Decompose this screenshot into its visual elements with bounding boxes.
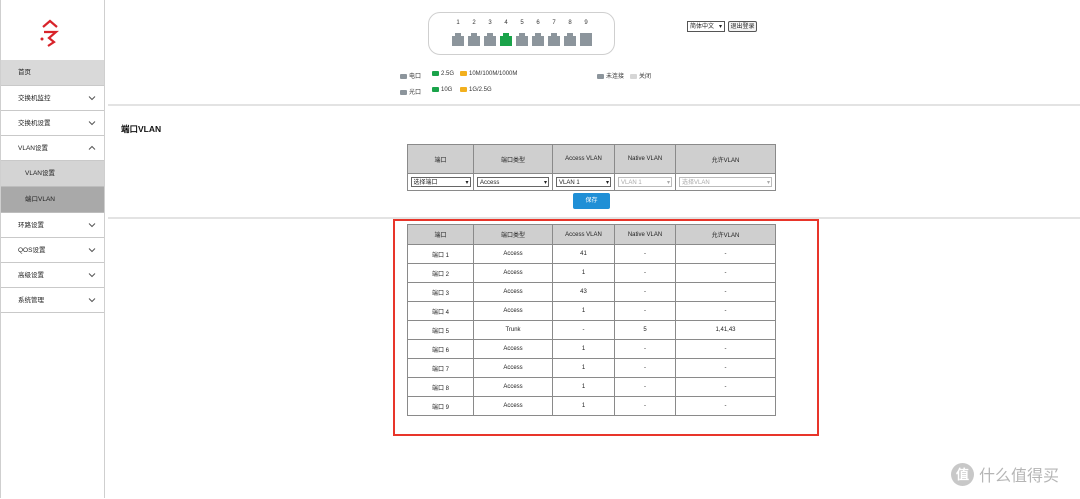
- port-number: 8: [568, 20, 572, 26]
- sidebar-nav: 首页 交换机监控 交换机设置 VLAN设置 VLAN设置 端口VLAN 环路设置…: [1, 60, 104, 313]
- port-number: 9: [584, 20, 588, 26]
- sidebar-item-label: VLAN设置: [18, 145, 48, 152]
- sidebar-item-label: 环路设置: [18, 222, 44, 229]
- config-cell: 选择VLAN: [675, 173, 776, 191]
- electric-port-icon: [400, 73, 407, 79]
- sidebar-item-label: 交换机设置: [18, 120, 51, 127]
- legend-label: 1G/2.5G: [469, 87, 492, 94]
- brand-logo-icon: [40, 19, 59, 47]
- column-header: 端口类型: [473, 144, 553, 174]
- page-title: 端口VLAN: [121, 124, 162, 134]
- config-cell: VLAN 1: [614, 173, 676, 191]
- sidebar-item-advanced-settings[interactable]: 高级设置: [1, 263, 104, 288]
- save-button[interactable]: 保存: [573, 193, 610, 209]
- sidebar-item-vlan-settings[interactable]: VLAN设置: [1, 136, 104, 161]
- language-select[interactable]: 简体中文: [687, 21, 725, 33]
- optical-port-icon: [400, 89, 407, 95]
- config-cell: VLAN 1: [552, 173, 615, 191]
- port-number: 4: [504, 20, 508, 26]
- sidebar-item-label: 系统管理: [18, 297, 44, 304]
- legend-optical: 光口: [400, 87, 421, 96]
- ethernet-port-active-icon[interactable]: [500, 33, 512, 46]
- legend-label: 10M/100M/1000M: [469, 71, 518, 78]
- legend-label: 电口: [409, 74, 422, 80]
- watermark-text: 什么值得买: [979, 468, 1060, 485]
- sidebar-item-label: 端口VLAN: [25, 196, 55, 203]
- allowed-vlan-select: 选择VLAN: [679, 177, 772, 188]
- yellow-swatch-icon: [460, 87, 467, 92]
- chevron-down-icon: [88, 273, 96, 278]
- sidebar-subitem-vlan-settings[interactable]: VLAN设置: [1, 161, 104, 187]
- chevron-down-icon: [88, 121, 96, 126]
- legend-label: 10G: [441, 87, 453, 94]
- sidebar-item-system-management[interactable]: 系统管理: [1, 288, 104, 313]
- chevron-down-icon: [88, 298, 96, 303]
- port-number: 3: [488, 20, 492, 26]
- ethernet-port-icon[interactable]: [468, 33, 480, 46]
- sfp-port-icon[interactable]: [580, 33, 592, 46]
- ethernet-port-icon[interactable]: [516, 33, 528, 46]
- sidebar-item-qos-settings[interactable]: QOS设置: [1, 238, 104, 263]
- legend-disconnected: 未连接: [597, 71, 624, 80]
- ethernet-port-icon[interactable]: [532, 33, 544, 46]
- legend-electric: 电口: [400, 71, 421, 80]
- sidebar-item-label: 首页: [18, 69, 31, 76]
- sidebar-subitem-port-vlan[interactable]: 端口VLAN: [1, 187, 104, 213]
- sidebar-item-label: 交换机监控: [18, 95, 51, 102]
- sidebar: 首页 交换机监控 交换机设置 VLAN设置 VLAN设置 端口VLAN 环路设置…: [0, 0, 105, 498]
- port-number: 6: [536, 20, 540, 26]
- column-header: 允许VLAN: [675, 144, 776, 174]
- legend-label: 光口: [409, 90, 422, 96]
- ethernet-port-icon[interactable]: [452, 33, 464, 46]
- ethernet-port-icon[interactable]: [564, 33, 576, 46]
- chevron-up-icon: [88, 145, 96, 150]
- column-header: 端口: [407, 144, 474, 174]
- sidebar-item-label: QOS设置: [18, 247, 46, 254]
- column-header: Native VLAN: [614, 144, 676, 174]
- watermark: 值 什么值得买: [951, 462, 1059, 486]
- gray-swatch-icon: [597, 73, 604, 79]
- sidebar-item-home[interactable]: 首页: [1, 60, 104, 86]
- watermark-logo-icon: 值: [951, 462, 974, 486]
- sidebar-item-label: 高级设置: [18, 272, 44, 279]
- sidebar-item-loop-settings[interactable]: 环路设置: [1, 213, 104, 238]
- divider: [108, 104, 1080, 106]
- port-type-select[interactable]: Access: [477, 177, 549, 188]
- green-swatch-icon: [432, 87, 439, 92]
- legend-closed: 关闭: [630, 71, 651, 80]
- legend-speed-10m1000m: 10M/100M/1000M: [460, 71, 517, 77]
- port-number: 5: [520, 20, 524, 26]
- legend-label: 2.5G: [441, 71, 455, 78]
- port-select[interactable]: 选择端口: [410, 177, 471, 188]
- chevron-down-icon: [88, 248, 96, 253]
- ethernet-port-icon[interactable]: [484, 33, 496, 46]
- yellow-swatch-icon: [460, 71, 467, 76]
- legend-label: 未连接: [606, 74, 625, 80]
- legend-label: 关闭: [639, 74, 652, 80]
- config-cell: 选择端口: [407, 173, 474, 191]
- access-vlan-select[interactable]: VLAN 1: [556, 177, 611, 188]
- ethernet-port-icon[interactable]: [548, 33, 560, 46]
- sidebar-item-label: VLAN设置: [25, 170, 55, 177]
- port-number: 1: [456, 20, 460, 26]
- light-gray-swatch-icon: [630, 73, 637, 79]
- legend-speed-25g: 2.5G: [432, 71, 454, 77]
- port-number: 7: [552, 20, 556, 26]
- green-swatch-icon: [432, 71, 439, 76]
- chevron-down-icon: [88, 96, 96, 101]
- legend-speed-1g25g: 1G/2.5G: [460, 87, 492, 93]
- chevron-down-icon: [88, 223, 96, 228]
- sidebar-item-switch-monitor[interactable]: 交换机监控: [1, 86, 104, 111]
- port-status-panel: 1 2 3 4 5 6 7 8 9: [428, 12, 615, 55]
- native-vlan-select: VLAN 1: [618, 177, 672, 188]
- logout-button[interactable]: 退出登录: [728, 21, 757, 32]
- column-header: Access VLAN: [552, 144, 615, 174]
- vlan-config-table: 端口 端口类型 Access VLAN Native VLAN 允许VLAN 选…: [407, 144, 776, 191]
- port-number: 2: [472, 20, 476, 26]
- config-cell: Access: [473, 173, 553, 191]
- highlight-annotation: [393, 219, 819, 436]
- sidebar-item-switch-settings[interactable]: 交换机设置: [1, 111, 104, 136]
- legend-speed-10g: 10G: [432, 87, 452, 93]
